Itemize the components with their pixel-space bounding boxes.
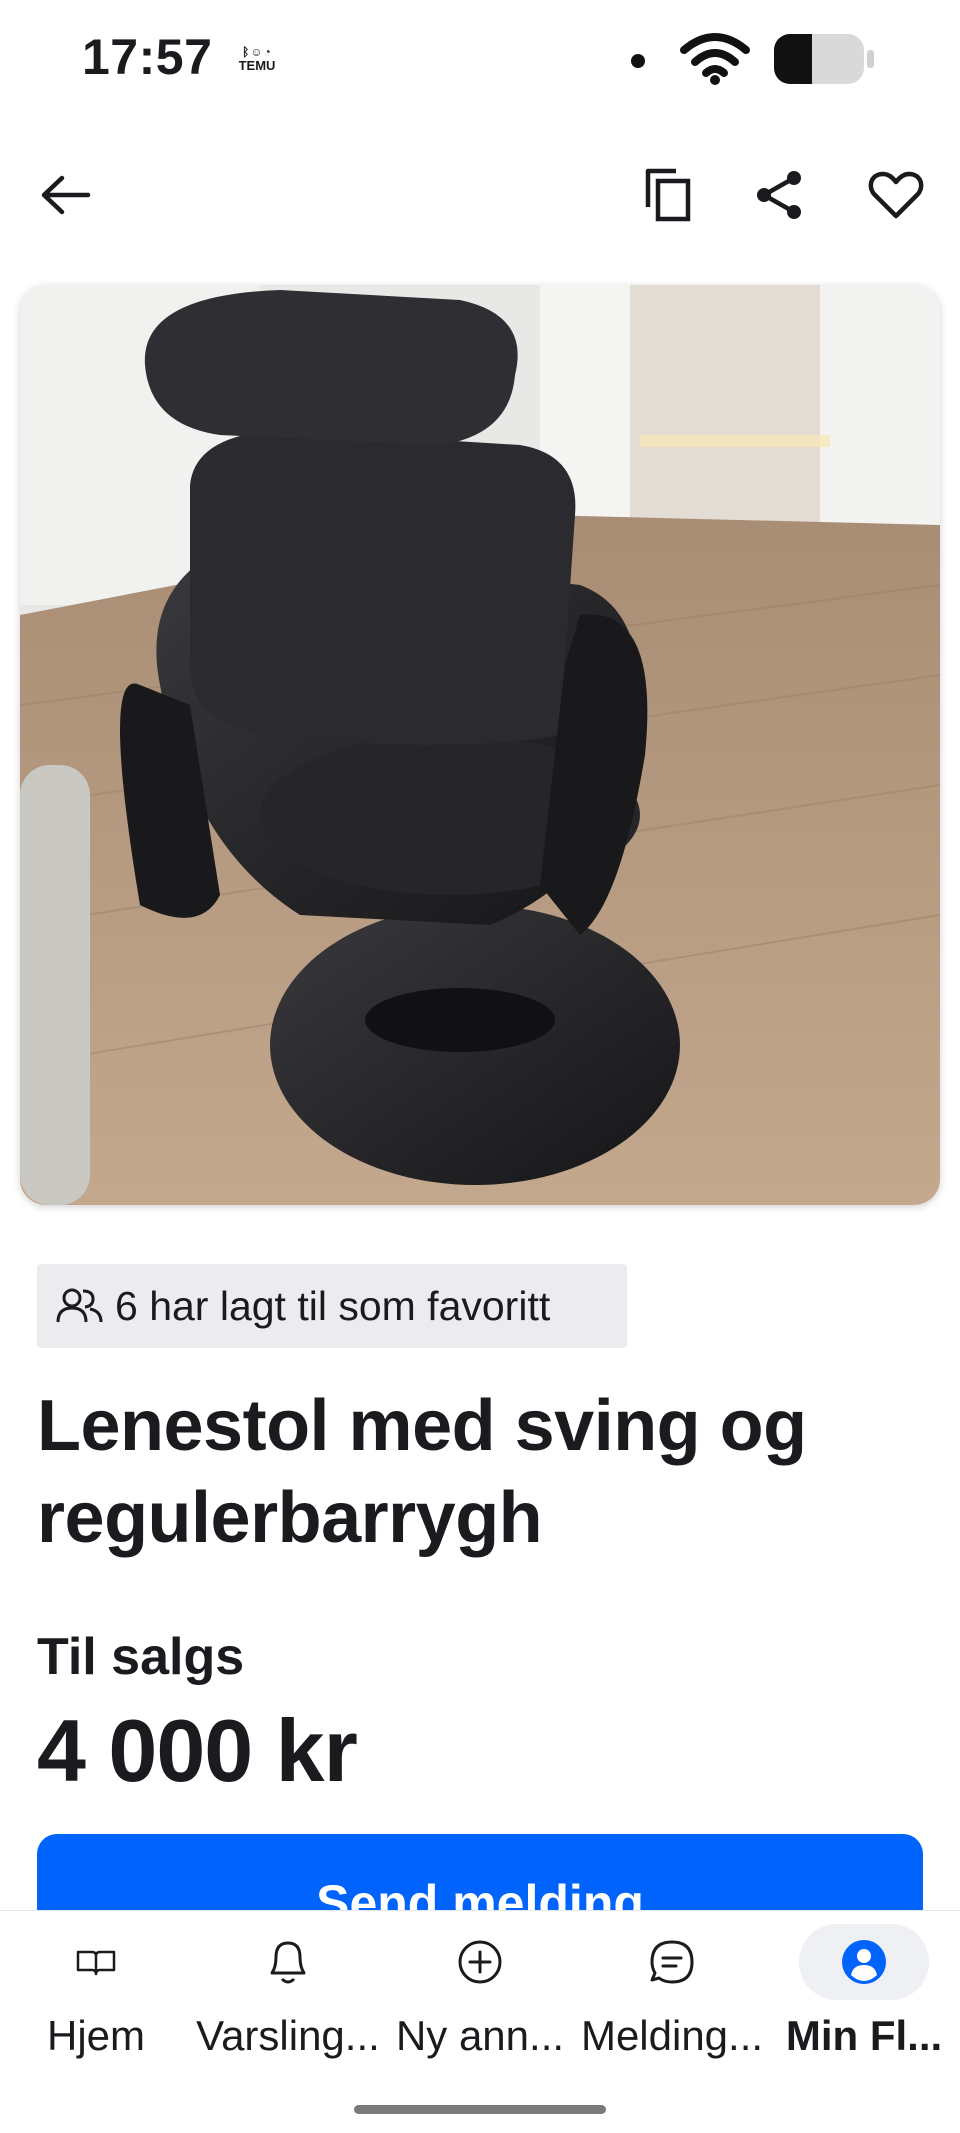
status-time: 17:57 [82,29,213,85]
nav-item-home[interactable]: Hjem [0,1911,192,2061]
temu-notification-icon: ᛒ☺◔ TEMU [238,45,276,73]
favorites-count-text: 6 har lagt til som favoritt [115,1282,551,1329]
chat-icon [650,1940,694,1984]
copy-button[interactable] [634,160,704,230]
top-navigation [0,140,960,244]
nav-item-notifications[interactable]: Varsling... [192,1911,384,2061]
book-icon [76,1950,116,1976]
arrow-left-icon [41,175,91,215]
nav-label-notifications: Varsling... [196,2012,380,2059]
status-dot-icon [631,54,645,68]
back-button[interactable] [30,160,100,230]
nav-label-new-ad: Ny ann... [395,2012,565,2059]
plus-circle-icon [458,1940,502,1984]
copy-icon [645,168,691,222]
listing-image[interactable] [20,285,940,1205]
listing-price: 4 000 kr [37,1701,358,1800]
profile-icon [842,1940,886,1984]
sale-type-label: Til salgs [37,1628,245,1686]
nav-item-my-profile[interactable]: Min Fl... [768,1911,960,2061]
favorite-button[interactable] [858,160,934,230]
status-bar: 17:57 ᛒ☺◔ TEMU [0,0,960,120]
nav-label-my-profile: Min Fl... [785,2012,943,2059]
favorites-count-badge: 6 har lagt til som favoritt [37,1264,627,1348]
users-icon [56,1288,103,1323]
nav-item-messages[interactable]: Melding... [576,1911,768,2061]
nav-label-home: Hjem [46,2012,145,2059]
heart-icon [868,171,924,219]
chair-photo [20,285,940,1205]
wifi-icon [680,33,750,85]
battery-icon [774,34,874,84]
home-indicator[interactable] [354,2105,606,2114]
share-button[interactable] [745,160,815,230]
share-icon [757,171,801,219]
bottom-navigation: Hjem Varsling... Ny ann... Melding... Mi… [0,1910,960,2133]
listing-title: Lenestol med sving og regulerbarrygh [37,1386,807,1558]
nav-label-messages: Melding... [580,2012,764,2059]
nav-item-new-ad[interactable]: Ny ann... [384,1911,576,2061]
bell-icon [270,1941,306,1984]
